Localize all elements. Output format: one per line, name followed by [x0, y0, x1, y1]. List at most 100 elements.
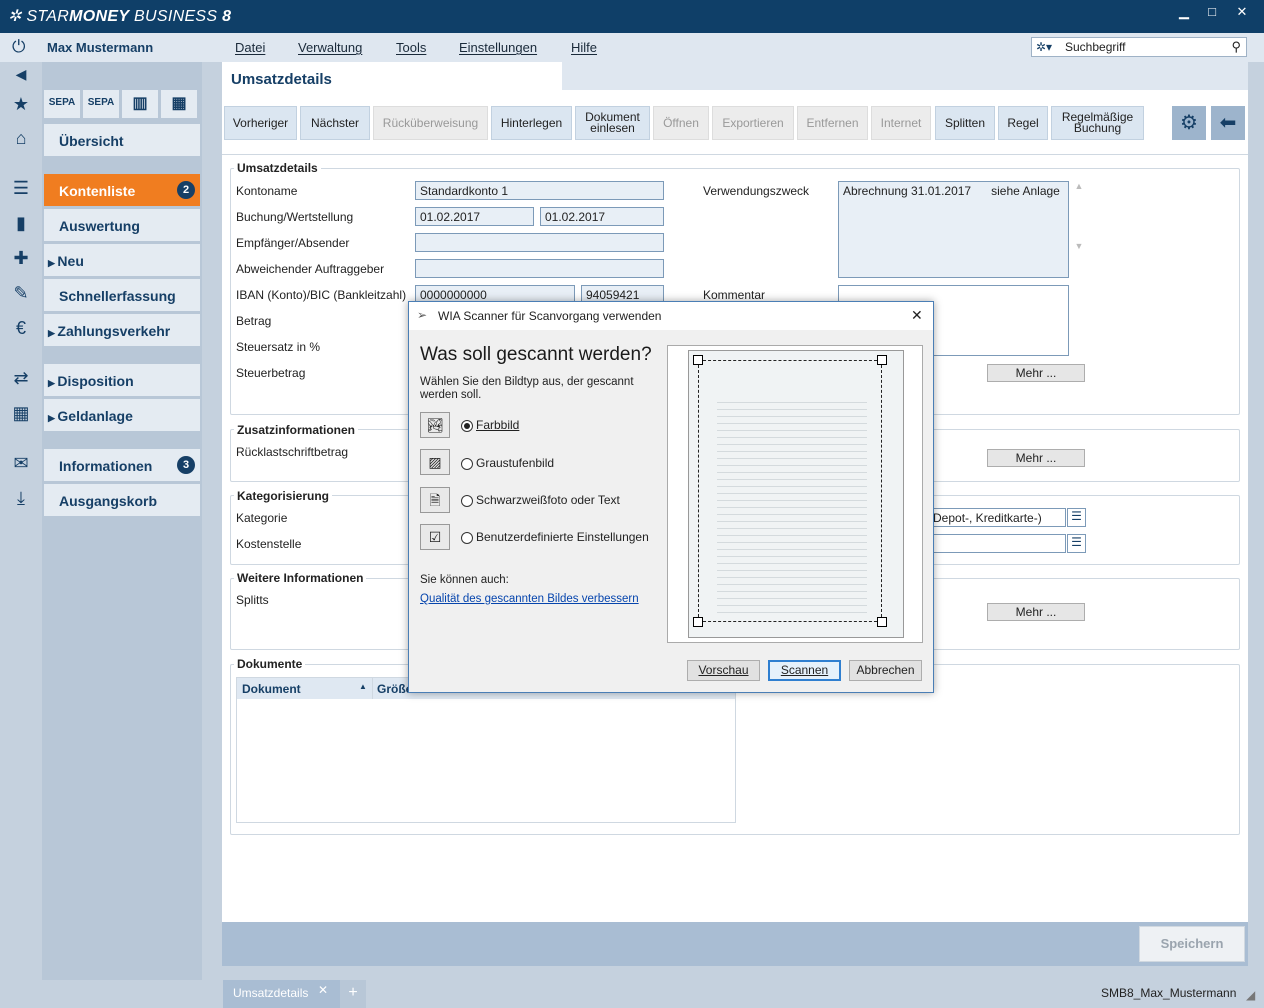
close-tab-icon[interactable]: ✕ — [318, 983, 328, 997]
sidebar-item-disposition[interactable]: ▶ Disposition — [44, 364, 200, 396]
sidebar-item-neu[interactable]: ▶ Neu — [44, 244, 200, 276]
wertstellung-field[interactable]: 01.02.2017 — [540, 207, 664, 226]
sepa-export-icon[interactable]: SEPA — [83, 90, 119, 118]
sidebar-item-kontenliste[interactable]: Kontenliste 2 — [44, 174, 200, 206]
resize-handle[interactable] — [877, 617, 887, 627]
split-button[interactable]: Splitten — [935, 106, 995, 140]
settings-gear-icon[interactable]: ⚙ — [1172, 106, 1206, 140]
buchungsdatum-field[interactable]: 01.02.2017 — [415, 207, 534, 226]
sidebar-item-zahlungsverkehr[interactable]: ▶ Zahlungsverkehr — [44, 314, 200, 346]
scan-button[interactable]: Scannen — [768, 660, 841, 681]
next-button[interactable]: Nächster — [300, 106, 370, 140]
kostenstelle-field[interactable] — [928, 534, 1066, 553]
radio[interactable] — [461, 457, 473, 470]
back-arrow-icon[interactable]: ⬅ — [1211, 106, 1245, 140]
search-input[interactable]: Suchbegriff — [1065, 40, 1126, 54]
divider — [222, 154, 1248, 155]
column-dokument[interactable]: Dokument — [242, 682, 301, 696]
option-schwarzweiss[interactable]: Schwarzweißfoto oder Text — [461, 493, 620, 507]
export-button[interactable]: Exportieren — [712, 106, 794, 140]
kontoname-field[interactable]: Standardkonto 1 — [415, 181, 664, 200]
option-farbbild[interactable]: Farbbild — [461, 418, 519, 432]
preview-button[interactable]: Vorschau — [687, 660, 760, 681]
menu-tools[interactable]: Tools — [396, 40, 426, 55]
menu-datei[interactable]: Datei — [235, 40, 265, 55]
chart-icon[interactable]: ▮ — [8, 213, 34, 234]
dialog-close-icon[interactable]: ✕ — [911, 307, 923, 324]
menu-einstellungen[interactable]: Einstellungen — [459, 40, 537, 55]
sidebar-item-uebersicht[interactable]: Übersicht — [44, 124, 200, 156]
quick-entry-icon[interactable]: ✎ — [8, 283, 34, 304]
maximize-button[interactable]: □ — [1198, 4, 1226, 24]
empfaenger-field[interactable] — [415, 233, 664, 252]
menu-hilfe[interactable]: Hilfe — [571, 40, 597, 55]
scan-document-button[interactable]: Dokument einlesen — [575, 106, 650, 140]
calculator-icon[interactable]: ▦ — [161, 90, 197, 118]
auftraggeber-field[interactable] — [415, 259, 664, 278]
search-icon[interactable]: ⚲ — [1231, 39, 1241, 55]
account-list-icon[interactable]: ☰ — [8, 178, 34, 199]
outbox-icon[interactable]: ⤓ — [8, 488, 34, 509]
remove-button[interactable]: Entfernen — [797, 106, 868, 140]
verwendungszweck-field[interactable]: Abrechnung 31.01.2017 siehe Anlage — [838, 181, 1069, 278]
list-picker-icon[interactable]: ☰ — [1067, 508, 1086, 527]
rule-button[interactable]: Regel — [998, 106, 1048, 140]
collapse-icon[interactable]: ◀ — [8, 66, 34, 83]
minimize-button[interactable]: ▁ — [1170, 4, 1198, 24]
option-label: Farbbild — [476, 418, 520, 432]
mehr-button[interactable]: Mehr ... — [987, 603, 1085, 621]
search-box[interactable]: ✲▾ Suchbegriff ⚲ — [1031, 37, 1247, 57]
radio[interactable] — [461, 531, 473, 544]
kategorie-field[interactable]: Depot-, Kreditkarte-) — [928, 508, 1066, 527]
grayscale-image-icon[interactable]: ▨ — [420, 449, 450, 475]
sidebar-item-ausgangskorb[interactable]: Ausgangskorb — [44, 484, 200, 516]
bw-text-icon[interactable]: 🗎 — [420, 487, 450, 513]
tab-umsatzdetails[interactable]: Umsatzdetails ✕ — [223, 980, 340, 1008]
save-button[interactable]: Speichern — [1139, 926, 1245, 962]
resize-handle[interactable] — [693, 355, 703, 365]
documents-table[interactable]: Dokument ▲ Größe — [236, 677, 736, 823]
mehr-button[interactable]: Mehr ... — [987, 364, 1085, 382]
scan-area-selection[interactable] — [698, 360, 882, 622]
cancel-button[interactable]: Abbrechen — [849, 660, 922, 681]
internet-button[interactable]: Internet — [871, 106, 931, 140]
mehr-button[interactable]: Mehr ... — [987, 449, 1085, 467]
scrollbar[interactable]: ▲ ▼ — [1072, 181, 1086, 278]
open-button[interactable]: Öffnen — [653, 106, 709, 140]
color-image-icon[interactable]: 🏞 — [420, 412, 450, 438]
resize-handle[interactable] — [877, 355, 887, 365]
option-benutzerdefiniert[interactable]: Benutzerdefinierte Einstellungen — [461, 530, 649, 544]
list-picker-icon[interactable]: ☰ — [1067, 534, 1086, 553]
custom-settings-icon[interactable]: ☑ — [420, 524, 450, 550]
new-icon[interactable]: ✚ — [8, 248, 34, 269]
home-icon[interactable]: ⌂ — [8, 128, 34, 149]
search-scope-icon[interactable]: ✲▾ — [1036, 40, 1052, 54]
mail-icon[interactable]: ✉ — [8, 453, 34, 474]
disposition-icon[interactable]: ⇄ — [8, 368, 34, 389]
payment-icon[interactable]: € — [8, 318, 34, 339]
recurring-booking-button[interactable]: Regelmäßige Buchung — [1051, 106, 1144, 140]
investment-icon[interactable]: ▦ — [8, 403, 34, 424]
sidebar-item-auswertung[interactable]: Auswertung — [44, 209, 200, 241]
favorites-icon[interactable]: ★ — [8, 94, 34, 115]
finance-icon[interactable]: ▥ — [122, 90, 158, 118]
refund-button[interactable]: Rücküberweisung — [373, 106, 488, 140]
improve-quality-link[interactable]: Qualität des gescannten Bildes verbesser… — [420, 593, 639, 605]
close-button[interactable]: ✕ — [1228, 4, 1256, 24]
deposit-button[interactable]: Hinterlegen — [491, 106, 572, 140]
resize-grip-icon[interactable]: ◢ — [1246, 988, 1255, 1002]
sidebar-item-geldanlage[interactable]: ▶ Geldanlage — [44, 399, 200, 431]
add-tab-button[interactable]: + — [340, 980, 366, 1008]
sidebar-item-informationen[interactable]: Informationen 3 — [44, 449, 200, 481]
sidebar-item-schnellerfassung[interactable]: Schnellerfassung — [44, 279, 200, 311]
resize-handle[interactable] — [693, 617, 703, 627]
betrag-label: Betrag — [236, 314, 272, 328]
sepa-transfer-icon[interactable]: SEPA — [44, 90, 80, 118]
menu-verwaltung[interactable]: Verwaltung — [298, 40, 362, 55]
power-icon[interactable]: ⏻ — [12, 37, 25, 57]
option-graustufen[interactable]: Graustufenbild — [461, 456, 554, 470]
previous-button[interactable]: Vorheriger — [224, 106, 297, 140]
radio[interactable] — [461, 494, 473, 507]
dialog-title: WIA Scanner für Scanvorgang verwenden — [438, 309, 662, 323]
radio-selected[interactable] — [461, 419, 473, 432]
